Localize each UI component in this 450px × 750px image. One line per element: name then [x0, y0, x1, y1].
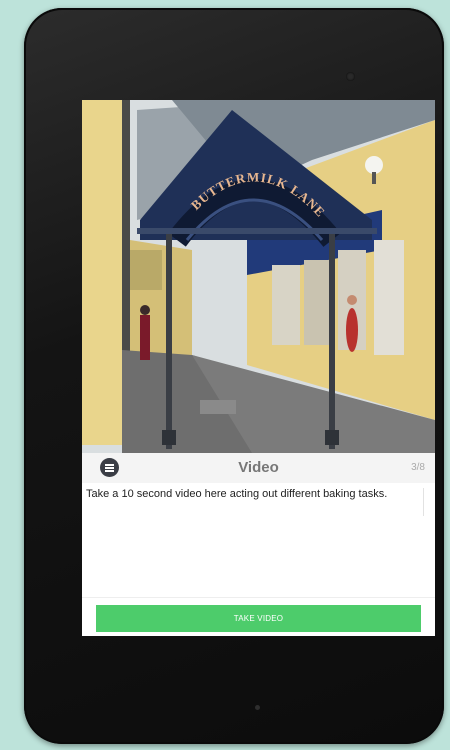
app-screen: BUTTERMILK LANE Video 3/8 Take a 10 seco…: [82, 100, 435, 636]
task-counter: 3/8: [411, 462, 425, 473]
home-indicator: [255, 705, 260, 710]
task-type-title: Video: [238, 459, 279, 476]
task-description: Take a 10 second video here acting out d…: [86, 488, 388, 500]
take-video-button[interactable]: TAKE VIDEO: [96, 605, 421, 632]
tablet-device: BUTTERMILK LANE Video 3/8 Take a 10 seco…: [24, 8, 444, 744]
task-header: Video 3/8: [82, 453, 435, 483]
front-camera: [346, 72, 355, 81]
location-photo: BUTTERMILK LANE: [82, 100, 435, 453]
scroll-divider: [423, 488, 424, 516]
footer-divider: [82, 597, 435, 598]
